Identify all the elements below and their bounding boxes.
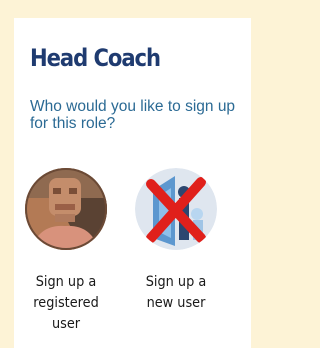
sign-up-registered-user-option[interactable]: Sign up a registered user (22, 168, 110, 335)
new-user-crossed-icon (135, 168, 217, 250)
option-label: Sign up a registered user (33, 274, 99, 332)
user-photo-icon (25, 168, 107, 250)
option-label: Sign up a new user (145, 274, 207, 311)
signup-card: Head Coach Who would you like to sign up… (14, 18, 251, 348)
sign-up-new-user-option[interactable]: Sign up a new user (132, 168, 220, 314)
role-title: Head Coach (30, 44, 161, 72)
signup-prompt: Who would you like to sign up for this r… (30, 98, 236, 132)
